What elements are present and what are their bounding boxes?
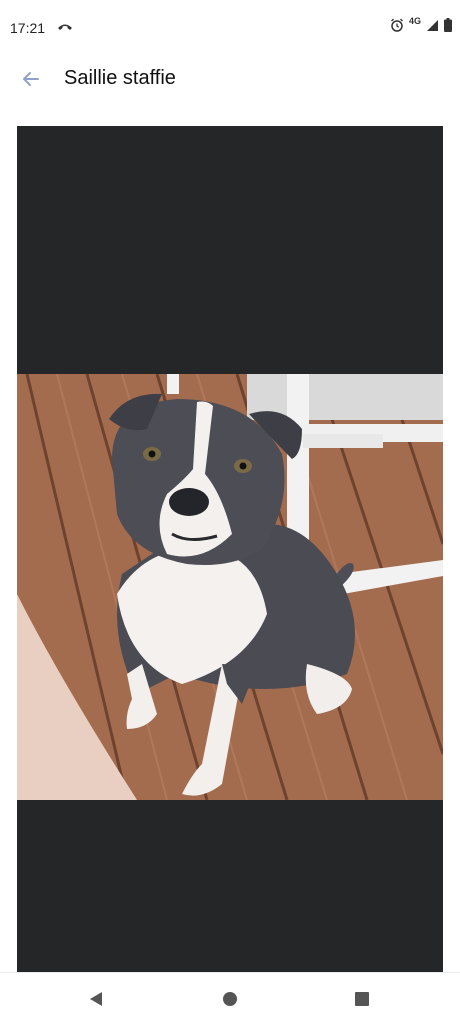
image-viewer[interactable]: [17, 126, 443, 972]
dog-photo: [17, 374, 443, 800]
arrow-left-icon: [23, 72, 39, 86]
triangle-back-icon: [90, 992, 102, 1006]
page-title: Saillie staffie: [64, 67, 176, 89]
signal-icon: [426, 19, 439, 32]
system-nav-bar: [0, 972, 460, 1025]
status-bar: 17:21 4G: [0, 0, 460, 56]
missed-call-icon: [56, 17, 74, 35]
nav-back-button[interactable]: [86, 989, 106, 1009]
nav-home-button[interactable]: [220, 989, 240, 1009]
battery-icon: [444, 18, 452, 32]
status-icons: 4G: [390, 16, 452, 32]
alarm-icon: [390, 18, 404, 32]
network-type-label: 4G: [408, 16, 421, 26]
circle-home-icon: [223, 992, 237, 1006]
square-recents-icon: [355, 992, 369, 1006]
nav-recents-button[interactable]: [352, 989, 372, 1009]
back-button[interactable]: [18, 66, 44, 92]
app-bar: Saillie staffie: [0, 56, 460, 104]
status-time: 17:21: [10, 20, 46, 36]
